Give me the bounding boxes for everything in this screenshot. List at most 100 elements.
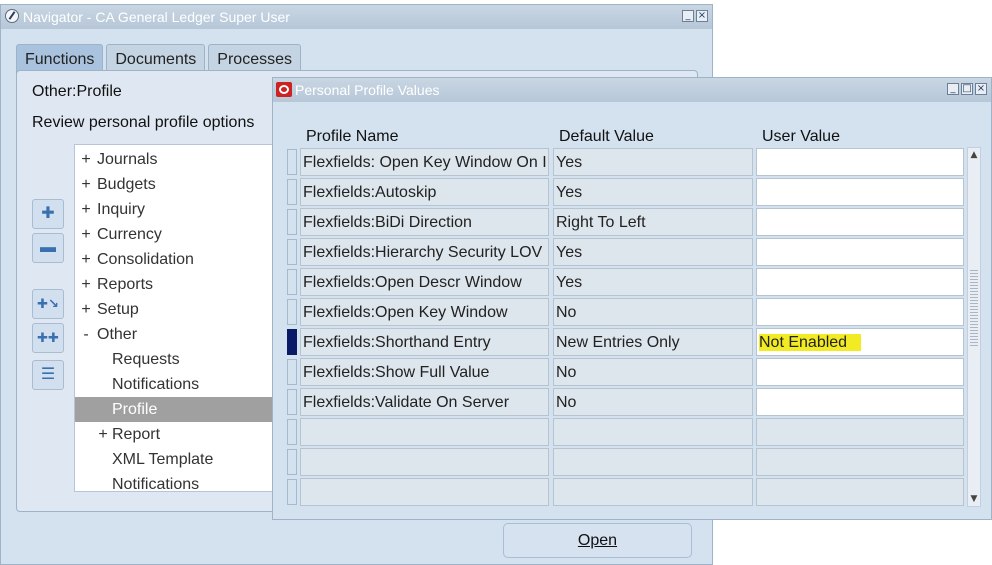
default-value-cell[interactable] [553, 478, 753, 506]
row-indicator[interactable] [287, 149, 297, 175]
default-value-cell[interactable] [553, 448, 753, 476]
scroll-down-icon[interactable]: ▼ [968, 492, 980, 506]
table-row[interactable]: Flexfields:BiDi Direction Right To Left [287, 207, 967, 237]
table-row[interactable] [287, 417, 967, 447]
row-indicator[interactable] [287, 449, 297, 475]
expand-button[interactable]: ✚ [32, 199, 64, 229]
default-value-cell[interactable] [553, 418, 753, 446]
row-indicator[interactable] [287, 389, 297, 415]
profile-name-cell[interactable] [300, 418, 549, 446]
user-value-cell[interactable] [756, 208, 964, 236]
expand-branch-button[interactable]: ✚↘ [32, 289, 64, 319]
expand-node-icon[interactable]: + [79, 197, 93, 222]
profile-name-cell[interactable] [300, 478, 549, 506]
row-indicator[interactable] [287, 239, 297, 265]
user-value-cell[interactable] [756, 478, 964, 506]
table-row[interactable] [287, 477, 967, 507]
row-indicator[interactable] [287, 359, 297, 385]
expand-node-icon[interactable]: + [79, 247, 93, 272]
open-button[interactable]: Open [503, 523, 692, 558]
user-value-cell[interactable] [756, 358, 964, 386]
tree-item[interactable]: + Budgets [75, 172, 303, 197]
table-row[interactable]: Flexfields:Open Descr Window Yes [287, 267, 967, 297]
tree-item[interactable]: + Journals [75, 147, 303, 172]
collapse-node-icon[interactable]: - [79, 322, 93, 347]
expand-node-icon[interactable]: + [96, 422, 110, 447]
expand-all-button[interactable]: ✚✚ [32, 323, 64, 353]
row-indicator[interactable] [287, 209, 297, 235]
expand-node-icon[interactable]: + [79, 297, 93, 322]
close-icon[interactable]: × [696, 10, 708, 22]
table-row[interactable]: Flexfields:Hierarchy Security LOV Yes [287, 237, 967, 267]
tree-item[interactable]: Notifications [75, 372, 303, 397]
collapse-button[interactable]: ▬ [32, 233, 64, 263]
expand-node-icon[interactable]: + [79, 172, 93, 197]
user-value-cell[interactable] [756, 238, 964, 266]
user-value-cell[interactable] [756, 268, 964, 296]
user-value-cell[interactable] [756, 418, 964, 446]
minimize-icon[interactable]: _ [682, 10, 694, 22]
tree-item[interactable]: Notifications [75, 472, 303, 491]
profile-name-cell[interactable]: Flexfields:Shorthand Entry [300, 328, 549, 356]
close-icon[interactable]: × [975, 83, 987, 95]
table-row[interactable]: Flexfields:Validate On Server No [287, 387, 967, 417]
tree-item[interactable]: + Setup [75, 297, 303, 322]
tree-item[interactable]: + Currency [75, 222, 303, 247]
user-value-cell[interactable] [756, 148, 964, 176]
profile-name-cell[interactable]: Flexfields:Show Full Value [300, 358, 549, 386]
expand-node-icon[interactable]: + [79, 147, 93, 172]
default-value-cell[interactable]: New Entries Only [553, 328, 753, 356]
user-value-cell[interactable] [756, 178, 964, 206]
tree-item[interactable]: + Inquiry [75, 197, 303, 222]
default-value-cell[interactable]: No [553, 358, 753, 386]
expand-node-icon[interactable]: + [79, 272, 93, 297]
table-row[interactable] [287, 447, 967, 477]
table-row[interactable]: Flexfields:Open Key Window No [287, 297, 967, 327]
default-value-cell[interactable]: No [553, 298, 753, 326]
default-value-cell[interactable]: No [553, 388, 753, 416]
profile-name-cell[interactable]: Flexfields:Autoskip [300, 178, 549, 206]
profile-dialog-titlebar[interactable]: Personal Profile Values _ □ × [273, 78, 991, 102]
scrollbar-grip[interactable] [970, 268, 978, 348]
tree-item[interactable]: Profile [75, 397, 303, 422]
profile-name-cell[interactable]: Flexfields:Hierarchy Security LOV [300, 238, 549, 266]
row-indicator[interactable] [287, 299, 297, 325]
function-tree[interactable]: + Journals + Budgets + Inquiry + Currency + Conso… [74, 144, 304, 492]
tree-item[interactable]: XML Template [75, 447, 303, 472]
default-value-cell[interactable]: Yes [553, 268, 753, 296]
user-value-cell[interactable] [756, 388, 964, 416]
default-value-cell[interactable]: Right To Left [553, 208, 753, 236]
profile-name-cell[interactable]: Flexfields:Open Key Window [300, 298, 549, 326]
tree-item[interactable]: - Other [75, 322, 303, 347]
default-value-cell[interactable]: Yes [553, 238, 753, 266]
navigator-titlebar[interactable]: Navigator - CA General Ledger Super User… [1, 5, 712, 29]
tree-item[interactable]: Requests [75, 347, 303, 372]
tree-item[interactable]: + Consolidation [75, 247, 303, 272]
vertical-scrollbar[interactable]: ▲ ▼ [967, 147, 981, 507]
minimize-icon[interactable]: _ [947, 83, 959, 95]
tree-item[interactable]: + Reports [75, 272, 303, 297]
maximize-icon[interactable]: □ [961, 83, 973, 95]
table-row[interactable]: Flexfields:Show Full Value No [287, 357, 967, 387]
default-value-cell[interactable]: Yes [553, 148, 753, 176]
row-indicator[interactable] [287, 179, 297, 205]
table-row[interactable]: Flexfields: Open Key Window On I Yes [287, 147, 967, 177]
row-indicator[interactable] [287, 329, 297, 355]
row-indicator[interactable] [287, 479, 297, 505]
user-value-cell[interactable]: Not Enabled [756, 328, 964, 356]
user-value-cell[interactable] [756, 298, 964, 326]
profile-name-cell[interactable] [300, 448, 549, 476]
table-row[interactable]: Flexfields:Autoskip Yes [287, 177, 967, 207]
collapse-all-button[interactable]: ☰ [32, 360, 64, 390]
row-indicator[interactable] [287, 419, 297, 445]
expand-node-icon[interactable]: + [79, 222, 93, 247]
profile-name-cell[interactable]: Flexfields:Open Descr Window [300, 268, 549, 296]
profile-name-cell[interactable]: Flexfields:BiDi Direction [300, 208, 549, 236]
default-value-cell[interactable]: Yes [553, 178, 753, 206]
user-value-cell[interactable] [756, 448, 964, 476]
profile-name-cell[interactable]: Flexfields: Open Key Window On I [300, 148, 549, 176]
table-row[interactable]: Flexfields:Shorthand Entry New Entries On… [287, 327, 967, 357]
profile-name-cell[interactable]: Flexfields:Validate On Server [300, 388, 549, 416]
tree-item[interactable]: + Report [75, 422, 303, 447]
row-indicator[interactable] [287, 269, 297, 295]
